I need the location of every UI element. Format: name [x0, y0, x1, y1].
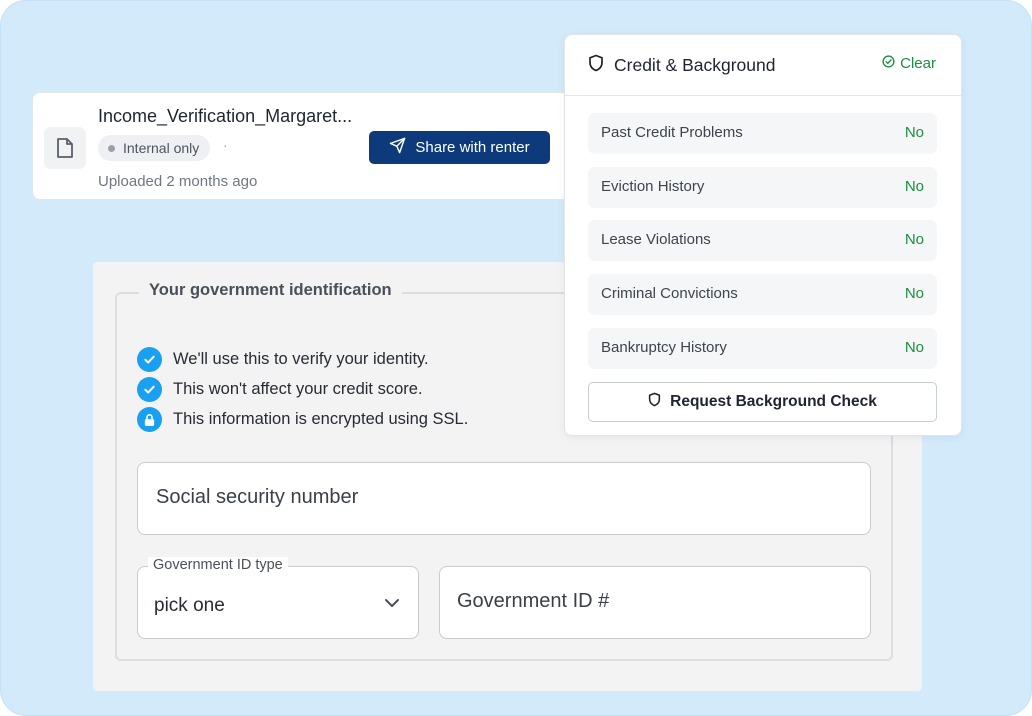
- send-icon: [389, 137, 406, 158]
- clear-status-text: Clear: [900, 55, 936, 72]
- id-type-select[interactable]: Government ID type pick one: [137, 557, 419, 639]
- share-with-renter-button[interactable]: Share with renter: [369, 131, 550, 164]
- request-background-check-button[interactable]: Request Background Check: [588, 382, 937, 422]
- ssn-input[interactable]: Social security number: [137, 462, 871, 535]
- info-text: We'll use this to verify your identity.: [173, 350, 429, 368]
- check-row-past-credit: Past Credit Problems No: [588, 113, 937, 154]
- shield-icon: [588, 54, 604, 77]
- request-button-label: Request Background Check: [670, 393, 877, 410]
- check-result: No: [904, 231, 924, 248]
- shield-icon: [648, 392, 661, 412]
- check-circle-icon: [137, 347, 162, 372]
- id-number-placeholder: Government ID #: [457, 590, 610, 612]
- ssn-placeholder: Social security number: [156, 486, 359, 508]
- check-row-eviction: Eviction History No: [588, 167, 937, 208]
- check-label: Bankruptcy History: [601, 339, 727, 356]
- app-canvas: Income_Verification_Margaret... Internal…: [0, 0, 1032, 716]
- credit-title: Credit & Background: [588, 54, 775, 77]
- separator: ·: [223, 137, 228, 153]
- status-dot-icon: [108, 144, 115, 152]
- visibility-badge: Internal only: [98, 135, 211, 161]
- info-text: This won't affect your credit score.: [173, 380, 423, 398]
- upload-timestamp: Uploaded 2 months ago: [98, 173, 258, 190]
- check-result: No: [904, 178, 924, 195]
- check-circle-icon: [137, 377, 162, 402]
- file-name[interactable]: Income_Verification_Margaret...: [98, 106, 352, 127]
- badge-label: Internal only: [123, 140, 200, 156]
- credit-title-text: Credit & Background: [614, 55, 776, 75]
- check-label: Lease Violations: [601, 231, 711, 248]
- clear-status: Clear: [882, 55, 936, 72]
- check-row-bankruptcy: Bankruptcy History No: [588, 328, 937, 369]
- share-button-label: Share with renter: [415, 139, 530, 156]
- id-type-label: Government ID type: [148, 557, 288, 573]
- check-circle-icon: [882, 55, 895, 72]
- document-icon: [44, 127, 86, 169]
- credit-card-header: Credit & Background Clear: [565, 35, 961, 96]
- check-label: Criminal Convictions: [601, 285, 738, 302]
- file-card: Income_Verification_Margaret... Internal…: [32, 92, 592, 200]
- info-item: This won't affect your credit score.: [137, 377, 423, 402]
- info-text: This information is encrypted using SSL.: [173, 410, 469, 428]
- check-row-lease-violations: Lease Violations No: [588, 220, 937, 261]
- credit-background-card: Credit & Background Clear Past Credit Pr…: [564, 34, 962, 436]
- info-item: This information is encrypted using SSL.: [137, 407, 468, 432]
- government-id-number-input[interactable]: Government ID #: [439, 566, 871, 639]
- check-row-criminal: Criminal Convictions No: [588, 274, 937, 315]
- check-result: No: [904, 339, 924, 356]
- check-label: Eviction History: [601, 178, 705, 195]
- chevron-down-icon: [384, 595, 400, 613]
- fieldset-legend: Your government identification: [139, 281, 402, 300]
- check-result: No: [904, 124, 924, 141]
- info-item: We'll use this to verify your identity.: [137, 347, 429, 372]
- id-type-value: pick one: [154, 595, 225, 616]
- check-result: No: [904, 285, 924, 302]
- check-label: Past Credit Problems: [601, 124, 743, 141]
- lock-icon: [137, 407, 162, 432]
